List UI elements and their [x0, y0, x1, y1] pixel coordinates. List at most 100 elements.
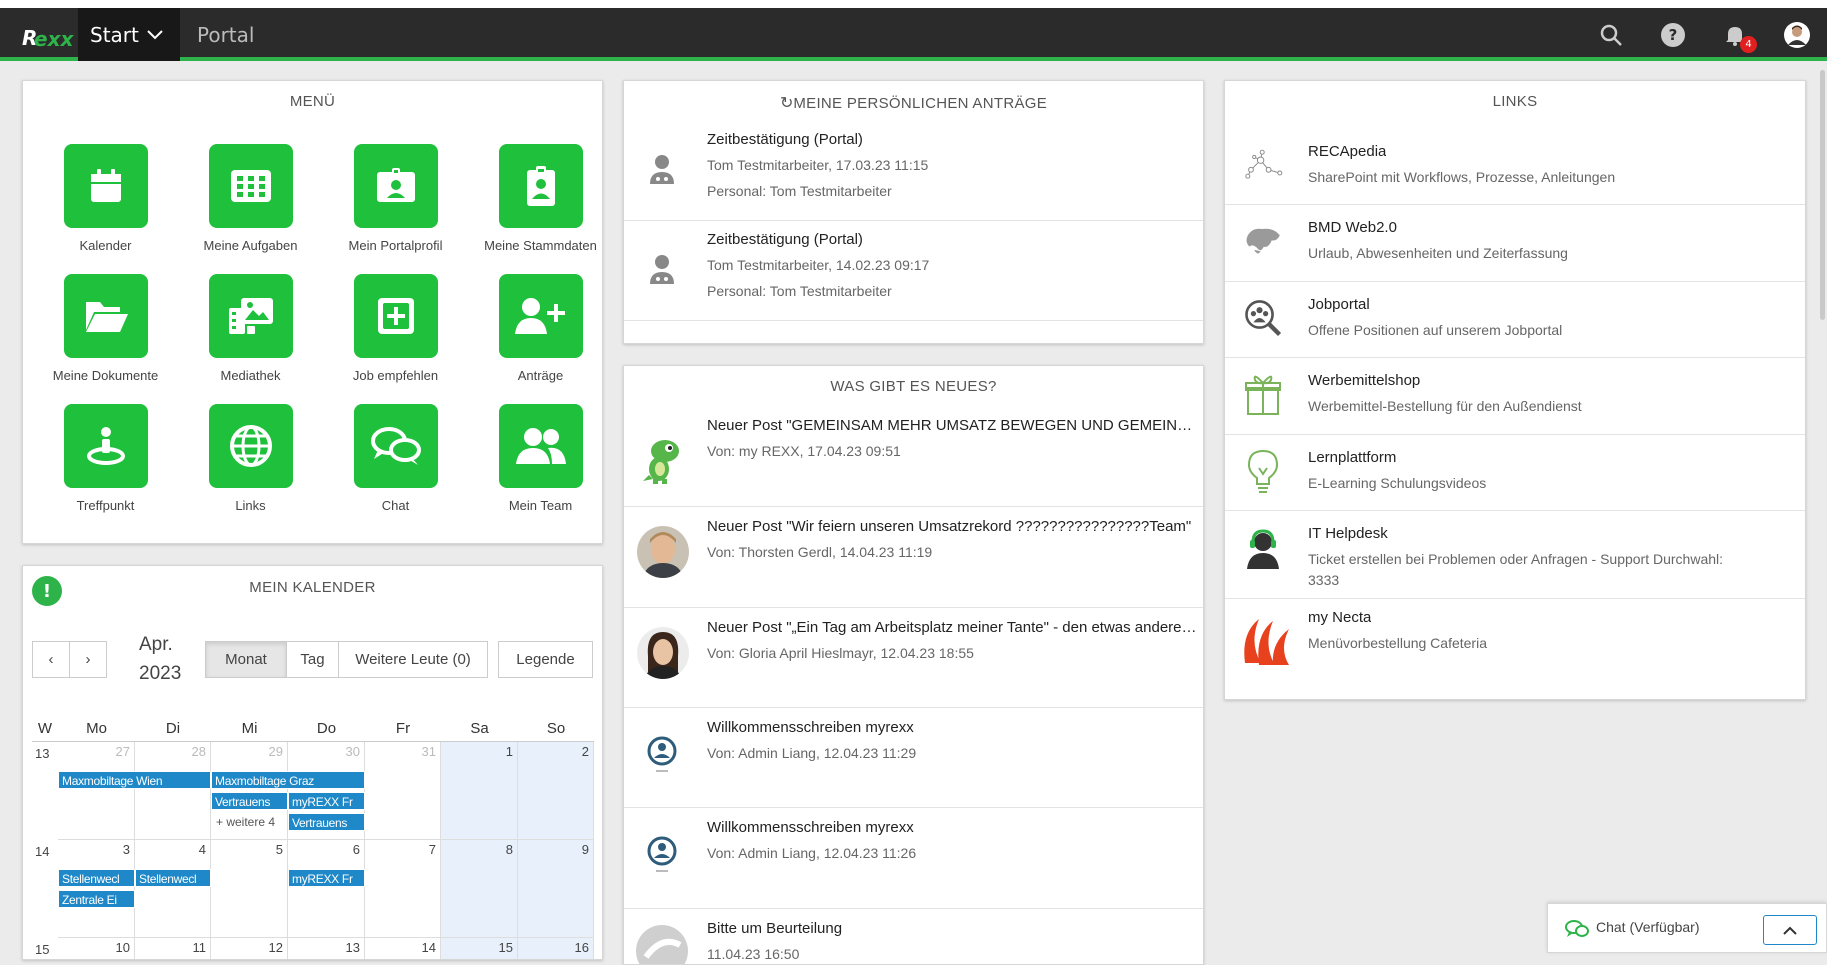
link-item-lernplattform[interactable]: Lernplattform E-Learning Schulungsvideos	[1225, 435, 1805, 511]
news-meta: Von: Admin Liang, 12.04.23 11:29	[707, 745, 917, 761]
day-cell[interactable]: 2	[518, 742, 594, 840]
link-item-bmd[interactable]: BMD Web2.0 Urlaub, Abwesenheiten und Zei…	[1225, 205, 1805, 282]
day-cell[interactable]: 1	[441, 742, 518, 840]
request-item[interactable]: Zeitbestätigung (Portal) Tom Testmitarbe…	[624, 221, 1203, 321]
refresh-icon[interactable]: ↻	[780, 93, 793, 112]
rexx-logo[interactable]: R exx	[14, 18, 73, 54]
search-icon[interactable]	[1597, 21, 1625, 49]
calendar-event[interactable]: myREXX Fr	[288, 869, 365, 887]
view-month-button[interactable]: Monat	[205, 641, 287, 678]
tile-links[interactable]: Links	[178, 404, 323, 513]
user-avatar[interactable]	[1783, 21, 1811, 49]
day-cell[interactable]: 28	[135, 742, 211, 840]
plus-square-icon	[377, 298, 414, 334]
tile-mein-portalprofil[interactable]: Mein Portalprofil	[323, 144, 468, 253]
request-meta: Tom Testmitarbeiter, 17.03.23 11:15	[707, 157, 929, 173]
calendar-event[interactable]: Zentrale Ei	[58, 890, 135, 908]
news-item[interactable]: Bitte um Beurteilung 11.04.23 16:50	[624, 909, 1203, 964]
day-cell[interactable]: 16	[518, 938, 594, 959]
portal-breadcrumb[interactable]: Portal	[197, 8, 254, 61]
tile-mein-team[interactable]: Mein Team	[468, 404, 613, 513]
day-cell[interactable]: 8	[441, 840, 518, 938]
day-cell[interactable]: 14	[365, 938, 441, 959]
more-events-link[interactable]: + weitere 4	[216, 815, 275, 829]
calendar-panel: ! MEIN KALENDER ‹ › Apr. 2023 Monat Tag …	[22, 565, 603, 960]
day-number: 7	[428, 842, 436, 857]
col-header-fr: Fr	[365, 716, 441, 742]
start-menu-button[interactable]: Start	[78, 8, 180, 61]
page-scrollbar[interactable]	[1820, 70, 1825, 320]
news-item[interactable]: Neuer Post "Wir feiern unseren Umsatzrek…	[624, 507, 1203, 608]
next-month-button[interactable]: ›	[69, 641, 107, 678]
calendar-event[interactable]: Vertrauens	[211, 792, 288, 810]
link-title: Jobportal	[1308, 296, 1370, 313]
day-cell[interactable]: 4	[135, 840, 211, 938]
day-cell[interactable]: 9	[518, 840, 594, 938]
day-cell[interactable]: 6	[288, 840, 365, 938]
day-cell[interactable]: 15	[441, 938, 518, 959]
request-meta: Tom Testmitarbeiter, 14.02.23 09:17	[707, 257, 930, 273]
top-frame	[0, 0, 1827, 8]
day-cell[interactable]: 12	[211, 938, 288, 959]
day-cell[interactable]: 7	[365, 840, 441, 938]
link-description: E-Learning Schulungsvideos	[1308, 475, 1487, 491]
calendar-title: MEIN KALENDER	[249, 579, 376, 596]
day-cell[interactable]: 27	[58, 742, 135, 840]
tile-meine-dokumente[interactable]: Meine Dokumente	[33, 274, 178, 383]
tile-antraege[interactable]: Anträge	[468, 274, 613, 383]
tile-treffpunkt[interactable]: Treffpunkt	[33, 404, 178, 513]
link-item-it-helpdesk[interactable]: IT Helpdesk Ticket erstellen bei Problem…	[1225, 511, 1805, 599]
day-number: 2	[581, 744, 589, 759]
chat-expand-button[interactable]	[1763, 915, 1817, 945]
link-item-jobportal[interactable]: Jobportal Offene Positionen auf unserem …	[1225, 282, 1805, 358]
calendar-event[interactable]: Stellenwecl	[58, 869, 135, 887]
news-title-text: Neuer Post "Wir feiern unseren Umsatzrek…	[707, 518, 1192, 535]
day-cell[interactable]: 10	[58, 938, 135, 959]
request-title: Zeitbestätigung (Portal)	[707, 231, 863, 248]
help-icon[interactable]: ?	[1659, 21, 1687, 49]
calendar-event[interactable]: Vertrauens	[288, 813, 365, 831]
tile-mediathek[interactable]: Mediathek	[178, 274, 323, 383]
news-item[interactable]: Willkommensschreiben myrexx Von: Admin L…	[624, 708, 1203, 808]
col-header-mi: Mi	[211, 716, 288, 742]
col-header-week: W	[32, 716, 58, 742]
day-number: 4	[198, 842, 206, 857]
news-item[interactable]: Willkommensschreiben myrexx Von: Admin L…	[624, 808, 1203, 909]
link-title: IT Helpdesk	[1308, 525, 1388, 542]
day-number: 9	[581, 842, 589, 857]
calendar-event[interactable]: myREXX Fr	[288, 792, 365, 810]
news-title-text: Neuer Post "GEMEINSAM MEHR UMSATZ BEWEGE…	[707, 417, 1197, 434]
day-cell[interactable]: 3	[58, 840, 135, 938]
legend-button[interactable]: Legende	[498, 641, 593, 678]
tile-meine-aufgaben[interactable]: Meine Aufgaben	[178, 144, 323, 253]
more-people-button[interactable]: Weitere Leute (0)	[338, 641, 488, 678]
link-item-my-necta[interactable]: my Necta Menüvorbestellung Cafeteria	[1225, 599, 1805, 699]
day-cell[interactable]: 11	[135, 938, 211, 959]
tile-meine-stammdaten[interactable]: Meine Stammdaten	[468, 144, 613, 253]
calendar-year: 2023	[139, 663, 182, 684]
prev-month-button[interactable]: ‹	[32, 641, 70, 678]
news-meta: Von: Thorsten Gerdl, 14.04.23 11:19	[707, 544, 933, 560]
tile-kalender[interactable]: Kalender	[33, 144, 178, 253]
chat-status-label: Chat (Verfügbar)	[1596, 919, 1700, 935]
day-cell[interactable]: 31	[365, 742, 441, 840]
day-cell[interactable]: 13	[288, 938, 365, 959]
link-item-werbemittelshop[interactable]: Werbemittelshop Werbemittel-Bestellung f…	[1225, 358, 1805, 435]
link-title: Lernplattform	[1308, 449, 1397, 466]
news-item[interactable]: Neuer Post "„Ein Tag am Arbeitsplatz mei…	[624, 608, 1203, 708]
calendar-event[interactable]: Maxmobiltage Graz	[211, 771, 365, 789]
day-cell[interactable]: 5	[211, 840, 288, 938]
network-icon	[1245, 149, 1283, 179]
news-item[interactable]: Neuer Post "GEMEINSAM MEHR UMSATZ BEWEGE…	[624, 406, 1203, 507]
col-header-sa: Sa	[441, 716, 518, 742]
calendar-event[interactable]: Stellenwecl	[135, 869, 211, 887]
chat-bar[interactable]: Chat (Verfügbar)	[1547, 903, 1827, 953]
tile-job-empfehlen[interactable]: Job empfehlen	[323, 274, 468, 383]
menu-title: MENÜ	[289, 93, 336, 110]
calendar-month: Apr.	[139, 634, 173, 655]
link-item-recapedia[interactable]: RECApedia SharePoint mit Workflows, Proz…	[1225, 129, 1805, 205]
view-day-button[interactable]: Tag	[286, 641, 339, 678]
request-item[interactable]: Zeitbestätigung (Portal) Tom Testmitarbe…	[624, 121, 1203, 221]
calendar-event[interactable]: Maxmobiltage Wien	[58, 771, 211, 789]
tile-chat[interactable]: Chat	[323, 404, 468, 513]
